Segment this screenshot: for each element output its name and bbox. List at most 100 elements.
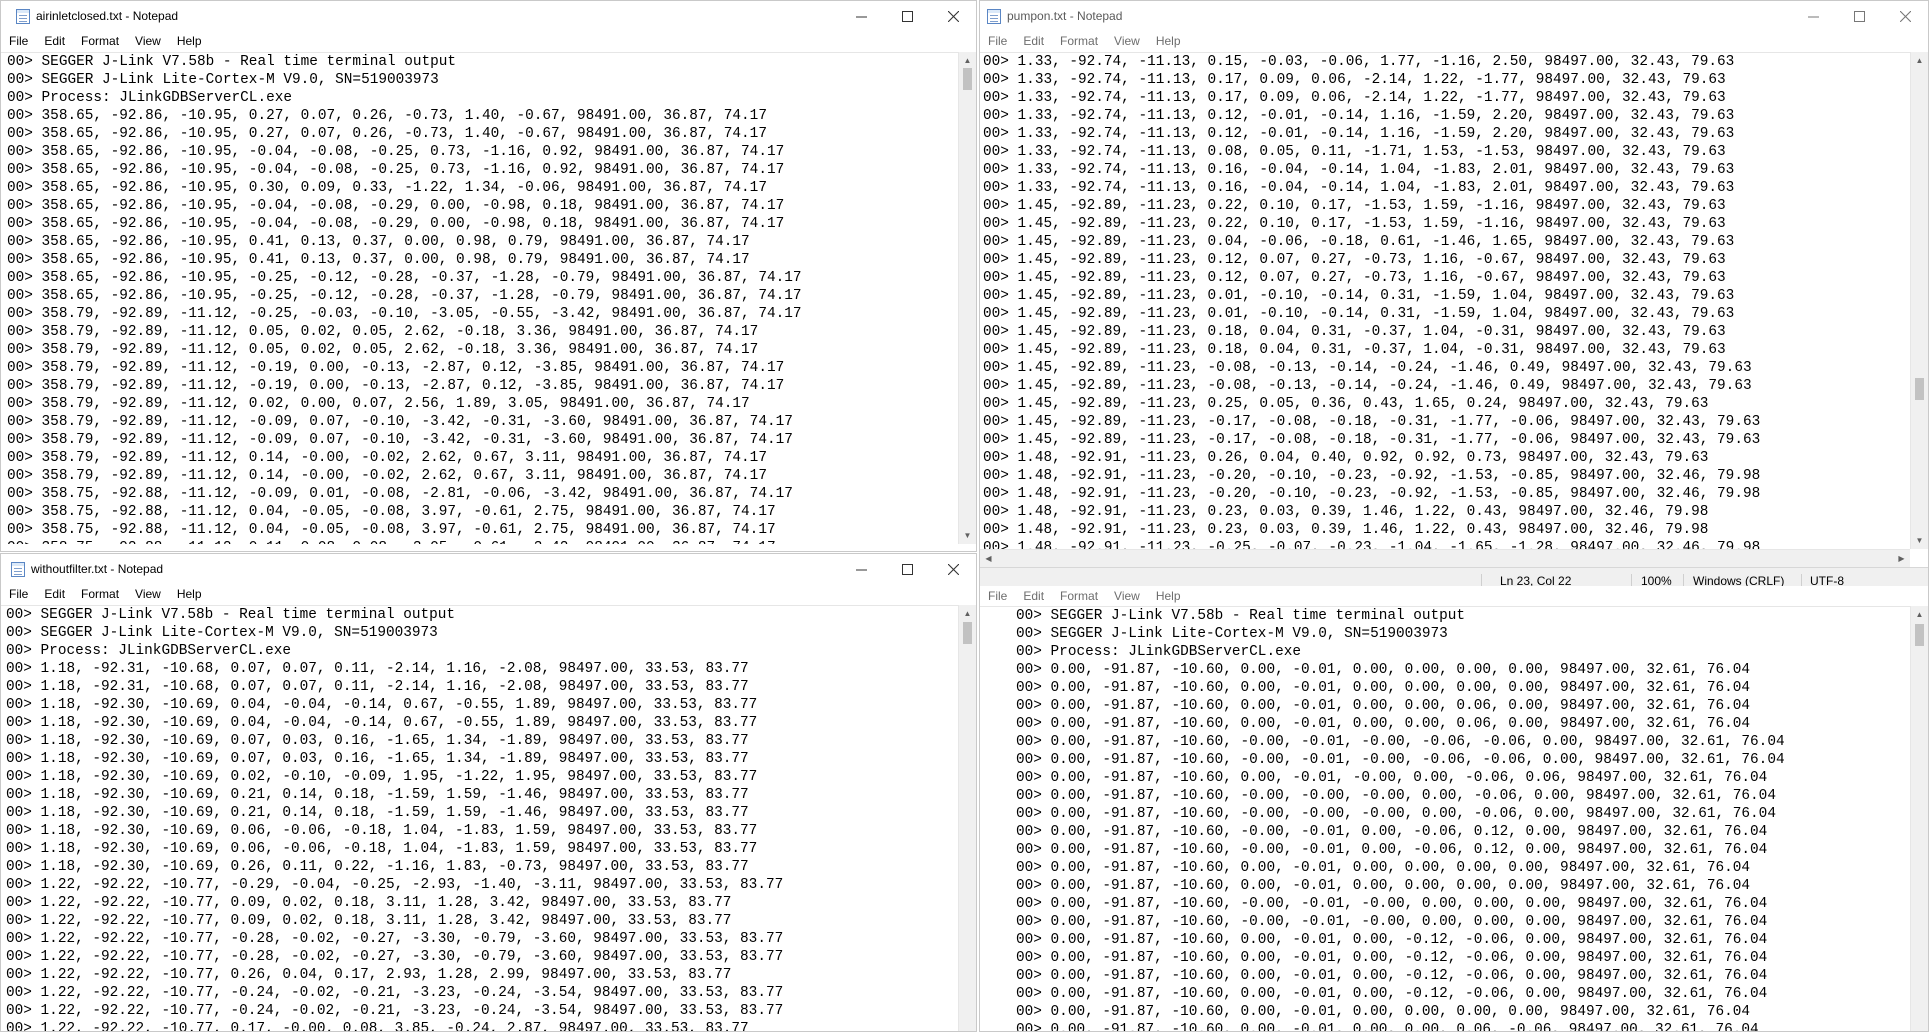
scroll-left-icon[interactable]: ◀: [980, 550, 997, 567]
scroll-thumb[interactable]: [963, 622, 972, 644]
text-line: 00> 358.75, -92.88, -11.12, 0.11, 0.08, …: [7, 539, 958, 544]
text-line: 00> 0.00, -91.87, -10.60, 0.00, -0.01, 0…: [1016, 662, 1751, 678]
text-line: 00> 1.45, -92.89, -11.23, 0.01, -0.10, -…: [983, 288, 1735, 304]
minimize-button[interactable]: [838, 554, 884, 584]
notepad-window-airinletclosed: airinletclosed.txt - Notepad File Edit F…: [0, 0, 977, 552]
text-line: 00> 0.00, -91.87, -10.60, 0.00, -0.01, 0…: [1016, 860, 1751, 876]
menu-help[interactable]: Help: [1148, 34, 1189, 48]
minimize-icon: [1807, 16, 1819, 17]
text-line: 00> 1.18, -92.30, -10.69, 0.21, 0.14, 0.…: [6, 787, 749, 803]
text-line: 00> 0.00, -91.87, -10.60, 0.00, -0.01, 0…: [1016, 1004, 1751, 1020]
menu-edit[interactable]: Edit: [1015, 589, 1052, 603]
title-bar[interactable]: pumpon.txt - Notepad: [980, 1, 1928, 31]
menu-file[interactable]: File: [980, 589, 1015, 603]
menu-file[interactable]: File: [1, 34, 36, 48]
menu-help[interactable]: Help: [169, 587, 210, 601]
scroll-thumb[interactable]: [963, 68, 972, 90]
text-line: 00> 1.18, -92.30, -10.69, 0.02, -0.10, -…: [6, 769, 758, 785]
window-title: withoutfilter.txt - Notepad: [31, 562, 164, 576]
text-line: 00> 1.45, -92.89, -11.23, 0.25, 0.05, 0.…: [983, 396, 1709, 412]
text-line: 00> 358.65, -92.86, -10.95, 0.41, 0.13, …: [7, 234, 750, 250]
minimize-button[interactable]: [1790, 1, 1836, 31]
title-bar[interactable]: airinletclosed.txt - Notepad: [1, 1, 976, 31]
minimize-icon: [855, 569, 867, 570]
text-line: 00> SEGGER J-Link V7.58b - Real time ter…: [1016, 608, 1466, 624]
text-line: 00> 0.00, -91.87, -10.60, 0.00, -0.01, -…: [1016, 770, 1768, 786]
text-editor[interactable]: 00> SEGGER J-Link V7.58b - Real time ter…: [1, 52, 958, 544]
vertical-scrollbar[interactable]: ▲ ▼: [1910, 52, 1928, 549]
scroll-right-icon[interactable]: ▶: [1893, 550, 1910, 567]
menu-format[interactable]: Format: [73, 34, 127, 48]
text-line: 00> 358.79, -92.89, -11.12, 0.02, 0.00, …: [7, 396, 750, 412]
vertical-scrollbar[interactable]: ▲ ▼: [958, 52, 976, 544]
menu-edit[interactable]: Edit: [1015, 34, 1052, 48]
vertical-scrollbar[interactable]: ▲: [958, 605, 976, 1031]
text-line: 00> 358.79, -92.89, -11.12, -0.09, 0.07,…: [7, 432, 793, 448]
text-line: 00> 0.00, -91.87, -10.60, -0.00, -0.01, …: [1016, 824, 1768, 840]
scroll-thumb[interactable]: [1915, 624, 1924, 646]
menu-edit[interactable]: Edit: [36, 587, 73, 601]
text-editor[interactable]: 00> SEGGER J-Link V7.58b - Real time ter…: [1, 605, 958, 1032]
menu-edit[interactable]: Edit: [36, 34, 73, 48]
menu-view[interactable]: View: [127, 587, 169, 601]
text-editor[interactable]: 00> 1.33, -92.74, -11.13, 0.15, -0.03, -…: [980, 52, 1910, 549]
close-button[interactable]: [930, 554, 976, 584]
menu-help[interactable]: Help: [1148, 589, 1189, 603]
menu-format[interactable]: Format: [1052, 34, 1106, 48]
text-line: 00> 0.00, -91.87, -10.60, 0.00, -0.01, 0…: [1016, 986, 1768, 1002]
scroll-up-icon[interactable]: ▲: [1911, 606, 1928, 623]
maximize-button[interactable]: [1836, 1, 1882, 31]
maximize-button[interactable]: [884, 1, 930, 31]
close-icon: [947, 563, 959, 575]
menu-help[interactable]: Help: [169, 34, 210, 48]
minimize-button[interactable]: [838, 1, 884, 31]
text-line: 00> 358.79, -92.89, -11.12, -0.19, 0.00,…: [7, 378, 785, 394]
menu-view[interactable]: View: [127, 34, 169, 48]
text-line: 00> 0.00, -91.87, -10.60, 0.00, -0.01, 0…: [1016, 950, 1768, 966]
menu-format[interactable]: Format: [1052, 589, 1106, 603]
text-line: 00> 1.22, -92.22, -10.77, 0.17, -0.00, 0…: [6, 1021, 749, 1032]
text-line: 00> 0.00, -91.87, -10.60, 0.00, -0.01, 0…: [1016, 680, 1751, 696]
text-line: 00> SEGGER J-Link V7.58b - Real time ter…: [7, 54, 457, 70]
scroll-up-icon[interactable]: ▲: [959, 605, 976, 622]
scroll-thumb[interactable]: [1915, 378, 1924, 400]
scroll-up-icon[interactable]: ▲: [959, 52, 976, 69]
menu-format[interactable]: Format: [73, 587, 127, 601]
text-line: 00> 358.65, -92.86, -10.95, -0.25, -0.12…: [7, 270, 802, 286]
close-button[interactable]: [1882, 1, 1928, 31]
notepad-icon: [11, 561, 25, 577]
text-line: 00> 358.79, -92.89, -11.12, -0.25, -0.03…: [7, 306, 802, 322]
text-editor[interactable]: 00> SEGGER J-Link V7.58b - Real time ter…: [980, 606, 1910, 1031]
text-line: 00> 1.33, -92.74, -11.13, 0.16, -0.04, -…: [983, 180, 1735, 196]
scroll-down-icon[interactable]: ▼: [1911, 532, 1928, 549]
text-line: 00> 1.22, -92.22, -10.77, -0.28, -0.02, …: [6, 931, 784, 947]
vertical-scrollbar[interactable]: ▲: [1910, 606, 1928, 1031]
text-line: 00> 1.48, -92.91, -11.23, -0.20, -0.10, …: [983, 486, 1761, 502]
menu-view[interactable]: View: [1106, 34, 1148, 48]
text-line: 00> 1.45, -92.89, -11.23, 0.12, 0.07, 0.…: [983, 252, 1726, 268]
menu-bar: File Edit Format View Help: [980, 31, 1928, 51]
close-button[interactable]: [930, 1, 976, 31]
menu-file[interactable]: File: [1, 587, 36, 601]
text-line: 00> 1.33, -92.74, -11.13, 0.15, -0.03, -…: [983, 54, 1735, 70]
scroll-down-icon[interactable]: ▼: [959, 527, 976, 544]
text-line: 00> 1.33, -92.74, -11.13, 0.12, -0.01, -…: [983, 108, 1735, 124]
menu-bar: File Edit Format View Help: [980, 586, 1928, 606]
horizontal-scrollbar[interactable]: ◀ ▶: [980, 549, 1910, 567]
title-bar[interactable]: withoutfilter.txt - Notepad: [1, 554, 976, 584]
menu-view[interactable]: View: [1106, 589, 1148, 603]
scroll-up-icon[interactable]: ▲: [1911, 52, 1928, 69]
text-line: 00> 1.48, -92.91, -11.23, 0.23, 0.03, 0.…: [983, 504, 1709, 520]
text-line: 00> 358.65, -92.86, -10.95, -0.25, -0.12…: [7, 288, 802, 304]
maximize-button[interactable]: [884, 554, 930, 584]
text-line: 00> 358.65, -92.86, -10.95, -0.04, -0.08…: [7, 144, 785, 160]
text-line: 00> 0.00, -91.87, -10.60, -0.00, -0.01, …: [1016, 914, 1768, 930]
text-line: 00> 1.45, -92.89, -11.23, 0.18, 0.04, 0.…: [983, 324, 1726, 340]
maximize-icon: [901, 563, 913, 575]
text-line: 00> 1.45, -92.89, -11.23, 0.04, -0.06, -…: [983, 234, 1735, 250]
text-line: 00> 1.33, -92.74, -11.13, 0.12, -0.01, -…: [983, 126, 1735, 142]
text-line: 00> 1.45, -92.89, -11.23, 0.22, 0.10, 0.…: [983, 198, 1726, 214]
text-line: 00> 1.45, -92.89, -11.23, -0.08, -0.13, …: [983, 360, 1752, 376]
text-line: 00> 358.75, -92.88, -11.12, -0.09, 0.01,…: [7, 486, 793, 502]
menu-file[interactable]: File: [980, 34, 1015, 48]
